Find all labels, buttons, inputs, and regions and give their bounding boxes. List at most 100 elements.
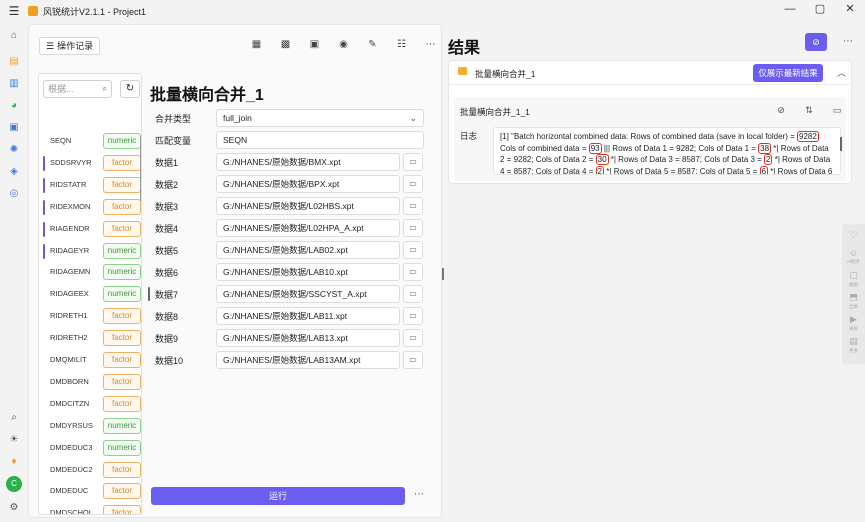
export-icon[interactable]: ▦ [242,39,271,50]
variable-type-badge[interactable]: factor [103,505,141,514]
dataset-path-field[interactable]: G:/NHANES/原始数据/LAB02.xpt [216,241,400,259]
variable-row[interactable]: RIDAGEMN numeric [43,263,141,283]
variable-type-badge[interactable]: factor [103,198,141,215]
globe-icon[interactable]: ◎ [6,186,22,202]
variable-row[interactable]: RIDSTATR factor [43,176,141,196]
variable-row[interactable]: DMDYRSUS numeric [43,417,141,437]
open-file-button[interactable]: ▭ [403,219,423,237]
table-icon[interactable]: ▣ [6,120,22,136]
more-icon[interactable]: ⋯ [414,489,424,500]
variable-row[interactable]: SDDSRVYR factor [43,154,141,174]
match-var-field[interactable]: SEQN [216,131,424,149]
variable-type-badge[interactable]: numeric [103,417,141,434]
variable-type-badge[interactable]: factor [103,352,141,368]
link-icon[interactable]: ⊘ [767,105,795,116]
dataset-path-field[interactable]: G:/NHANES/原始数据/BMX.xpt [216,153,400,171]
variable-row[interactable]: DMDEDUC factor [43,482,141,502]
dataset-path-field[interactable]: G:/NHANES/原始数据/BPX.xpt [216,175,400,193]
open-file-button[interactable]: ▭ [403,351,423,369]
variable-row[interactable]: RIDAGEEX numeric [43,285,141,305]
dataset-path-field[interactable]: G:/NHANES/原始数据/LAB10.xpt [216,263,400,281]
chevron-up-icon[interactable]: ︿ [837,66,846,79]
open-folder-icon[interactable]: ▭ [823,105,851,116]
tools-icon[interactable]: ✎ [358,39,387,50]
variable-row[interactable]: DMDEDUC3 numeric [43,439,141,459]
log-scrollbar[interactable] [840,137,842,151]
dataset-path-field[interactable]: G:/NHANES/原始数据/LAB13.xpt [216,329,400,347]
ai-assistant-icon[interactable]: ☺ AI助手 [846,248,861,265]
history-button[interactable]: ☰ 操作记录 [39,37,100,55]
settings-gear-icon[interactable]: ⚙ [6,500,22,516]
variable-type-badge[interactable]: numeric [103,264,141,281]
log-output[interactable]: [1] "Batch horizontal combined data: Row… [493,127,841,175]
more-icon[interactable]: ▤ 更多 [846,336,861,354]
dataset-path-field[interactable]: G:/NHANES/原始数据/LAB11.xpt [216,307,400,325]
variable-row[interactable]: DMDCITZN factor [43,395,141,415]
result-more-icon[interactable]: ⋯ [843,36,853,47]
variable-row[interactable]: RIDRETH1 factor [43,307,141,327]
open-file-button[interactable]: ▭ [403,263,423,281]
theme-icon[interactable]: ☀ [6,432,22,448]
variable-row[interactable]: DMDEDUC2 factor [43,461,141,481]
adjust-icon[interactable]: ⇅ [795,105,823,116]
variable-search-input[interactable]: 根据... ⌕ [43,80,112,98]
maximize-button[interactable]: ▢ [805,0,835,22]
variable-type-badge[interactable]: factor [103,483,141,500]
dataset-path-field[interactable]: G:/NHANES/原始数据/L02HBS.xpt [216,197,400,215]
latest-only-button[interactable]: 仅展示最新结果 [753,64,823,82]
panel-splitter[interactable] [442,268,444,280]
excel-icon[interactable]: ▩ [271,39,300,50]
dataset-path-field[interactable]: G:/NHANES/原始数据/LAB13AM.xpt [216,351,400,369]
link-button[interactable]: ⊘ [805,33,827,51]
variable-type-badge[interactable]: factor [103,395,141,412]
variable-row[interactable]: SEQN numeric [43,132,141,152]
variable-type-badge[interactable]: factor [103,220,141,237]
record-icon[interactable]: ▶ 录屏 [846,314,861,332]
close-button[interactable]: ✕ [835,0,865,22]
stack-icon[interactable]: ☷ [387,39,416,50]
variable-type-badge[interactable]: numeric [103,242,141,259]
model-icon[interactable]: ◈ [6,164,22,180]
hamburger-menu-icon[interactable]: ☰ [0,4,28,18]
heart-icon[interactable]: ♡ [846,230,861,241]
variable-type-badge[interactable]: factor [103,308,141,325]
open-file-button[interactable]: ▭ [403,175,423,193]
open-file-button[interactable]: ▭ [403,307,423,325]
variable-type-badge[interactable]: factor [103,154,141,171]
network-icon[interactable]: ✺ [6,142,22,158]
variable-type-badge[interactable]: numeric [103,439,141,456]
refresh-button[interactable]: ↻ [120,80,140,98]
variable-type-badge[interactable]: factor [103,461,141,478]
more-icon[interactable]: ⋯ [416,39,445,50]
variable-type-badge[interactable]: factor [103,373,141,390]
dataset-path-field[interactable]: G:/NHANES/原始数据/SSCYST_A.xpt [216,285,400,303]
open-file-button[interactable]: ▭ [403,153,423,171]
open-file-button[interactable]: ▭ [403,329,423,347]
variable-row[interactable]: RIDRETH2 factor [43,329,141,349]
merge-type-select[interactable]: full_join ⌄ [216,109,424,127]
variable-type-badge[interactable]: factor [103,330,141,347]
bar-chart-icon[interactable]: ▥ [6,76,22,92]
variable-scrollbar[interactable] [140,136,141,201]
variable-row[interactable]: DMDBORN factor [43,373,141,393]
variable-row[interactable]: RIDEXMON factor [43,198,141,218]
form-scrollbar[interactable] [148,287,150,301]
open-file-button[interactable]: ▭ [403,285,423,303]
variable-row[interactable]: RIAGENDR factor [43,220,141,240]
variable-type-badge[interactable]: numeric [103,286,141,303]
search-data-icon[interactable]: ◉ [329,39,358,50]
variable-type-badge[interactable]: factor [103,176,141,193]
screenshot-icon[interactable]: ▢ 截图 [846,270,861,288]
pie-chart-icon[interactable]: ◕ [6,98,22,114]
vip-icon[interactable]: ♦ [6,454,22,470]
open-file-button[interactable]: ▭ [403,241,423,259]
save-icon[interactable]: ▣ [300,39,329,50]
search-icon[interactable]: ⌕ [6,410,22,426]
minimize-button[interactable]: — [775,0,805,22]
fullscreen-icon[interactable]: ⬒ 全屏 [846,292,861,310]
variable-row[interactable]: DMQMILIT factor [43,351,141,371]
variable-row[interactable]: RIDAGEYR numeric [43,242,141,262]
database-icon[interactable]: ▤ [6,54,22,70]
run-button[interactable]: 运行 [151,487,405,505]
dataset-path-field[interactable]: G:/NHANES/原始数据/L02HPA_A.xpt [216,219,400,237]
